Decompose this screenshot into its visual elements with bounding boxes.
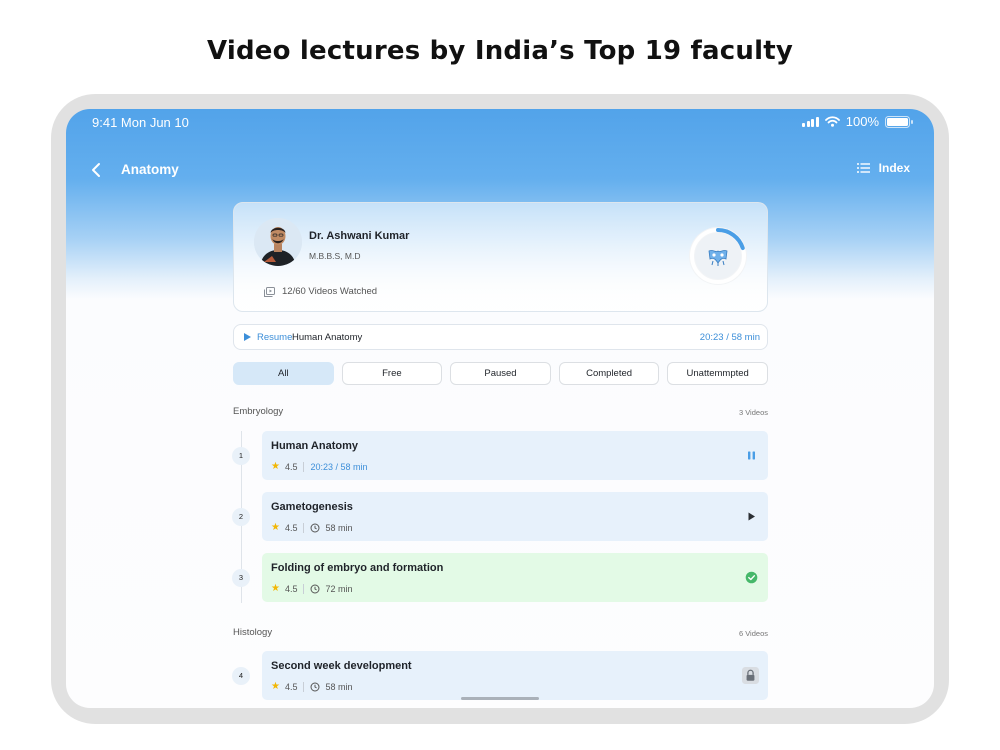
lesson-title: Human Anatomy [271, 440, 358, 452]
star-icon: ★ [271, 461, 280, 472]
lesson-meta: ★ 4.5 20:23 / 58 min [271, 461, 368, 472]
resume-time: 20:23 / 58 min [699, 332, 760, 343]
page-headline: Video lectures by India’s Top 19 faculty [207, 36, 793, 66]
lesson-item[interactable]: Folding of embryo and formation ★ 4.5 72… [262, 553, 768, 602]
clock-history-icon [310, 584, 320, 593]
battery-icon [885, 115, 913, 128]
faculty-card: Dr. Ashwani Kumar M.B.B.S, M.D 12/60 Vid… [233, 202, 768, 312]
back-chevron-icon[interactable] [88, 161, 106, 179]
star-icon: ★ [271, 583, 280, 594]
lesson-meta: ★ 4.5 72 min [271, 583, 353, 594]
lesson-duration: 58 min [325, 522, 353, 533]
filter-completed[interactable]: Completed [558, 362, 660, 385]
lesson-progress: 20:23 / 58 min [310, 461, 368, 472]
lesson-rating: 4.5 [284, 522, 298, 533]
faculty-degree: M.B.B.S, M.D [309, 251, 361, 261]
lesson-title: Second week development [271, 660, 412, 672]
lesson-title: Folding of embryo and formation [271, 562, 444, 574]
filter-unattempted[interactable]: Unattemmpted [667, 362, 768, 385]
videos-watched-label: 12/60 Videos Watched [282, 286, 378, 297]
section-count: 3 Videos [738, 408, 768, 417]
list-icon [856, 163, 870, 173]
signal-icon [802, 116, 819, 127]
index-label: Index [878, 161, 910, 175]
pause-icon[interactable] [745, 449, 758, 462]
filter-paused[interactable]: Paused [450, 362, 551, 385]
lesson-rating: 4.5 [284, 681, 298, 692]
lesson-item[interactable]: Second week development ★ 4.5 58 min [262, 651, 768, 700]
section-header-embryology: Embryology 3 Videos [233, 406, 768, 417]
play-icon [244, 333, 251, 341]
lesson-item[interactable]: Human Anatomy ★ 4.5 20:23 / 58 min [262, 431, 768, 480]
section-title: Histology [233, 627, 273, 638]
lesson-number: 3 [232, 569, 250, 587]
lesson-item[interactable]: Gametogenesis ★ 4.5 58 min [262, 492, 768, 541]
lesson-duration: 58 min [325, 681, 353, 692]
tablet-screen: 9:41 Mon Jun 10 100% Anatomy Index Dr. A… [66, 109, 934, 708]
filter-chips: All Free Paused Completed Unattemmpted [233, 362, 768, 385]
clock-history-icon [310, 682, 320, 691]
lesson-rating: 4.5 [284, 583, 298, 594]
check-circle-icon [745, 571, 758, 584]
star-icon: ★ [271, 681, 280, 692]
star-icon: ★ [271, 522, 280, 533]
section-header-histology: Histology 6 Videos [233, 627, 768, 638]
lesson-duration: 72 min [325, 583, 353, 594]
filter-free[interactable]: Free [341, 362, 443, 385]
resume-bar[interactable]: Resume Human Anatomy 20:23 / 58 min [233, 324, 768, 350]
home-indicator [461, 697, 539, 700]
progress-ring [689, 227, 747, 285]
faculty-name: Dr. Ashwani Kumar [309, 230, 410, 242]
index-button[interactable]: Index [856, 161, 910, 175]
status-time: 9:41 Mon Jun 10 [92, 115, 189, 130]
resume-label: Resume [257, 332, 293, 343]
clock-history-icon [310, 523, 320, 532]
resume-topic: Human Anatomy [292, 332, 363, 343]
lesson-meta: ★ 4.5 58 min [271, 681, 353, 692]
nav-title: Anatomy [121, 162, 179, 177]
videos-watched: 12/60 Videos Watched [264, 286, 377, 297]
section-title: Embryology [233, 406, 284, 417]
wifi-icon [824, 116, 840, 127]
lesson-number: 4 [232, 667, 250, 685]
status-bar: 9:41 Mon Jun 10 100% [66, 109, 934, 135]
lesson-title: Gametogenesis [271, 501, 353, 513]
filter-all[interactable]: All [233, 362, 334, 385]
lock-icon [742, 667, 759, 684]
play-icon[interactable] [745, 510, 758, 523]
lesson-number: 2 [232, 508, 250, 526]
video-library-icon [264, 286, 275, 297]
lesson-number: 1 [232, 447, 250, 465]
battery-percent: 100% [845, 114, 879, 129]
lesson-meta: ★ 4.5 58 min [271, 522, 353, 533]
avatar [254, 218, 302, 266]
nav-bar: Anatomy Index [66, 157, 934, 185]
section-count: 6 Videos [738, 629, 768, 638]
lesson-rating: 4.5 [284, 461, 298, 472]
